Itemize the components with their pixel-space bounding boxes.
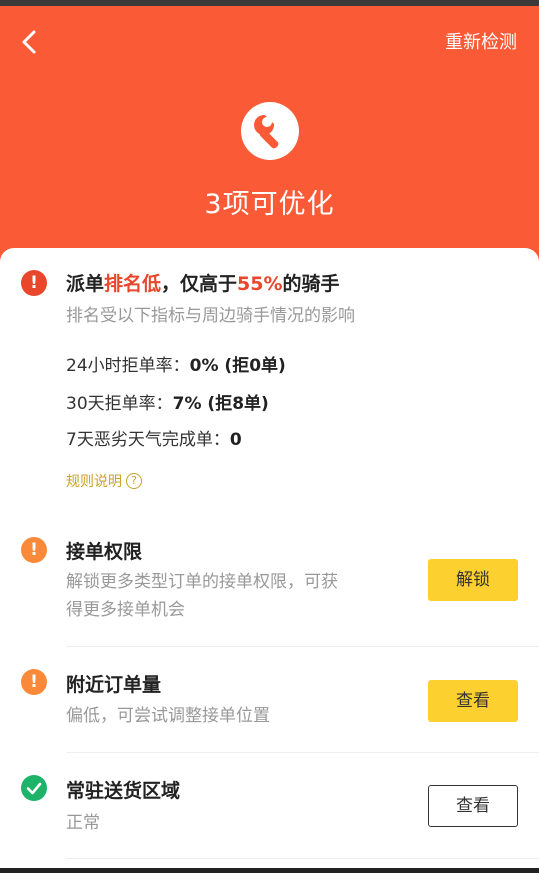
exclamation-icon: ! [21,270,47,296]
ranking-title-part3: 的骑手 [282,273,340,295]
ranking-title-highlight1: 排名低 [104,273,162,295]
nearby-desc: 偏低，可尝试调整接单位置 [66,706,270,726]
view-nearby-button[interactable]: 查看 [428,680,518,722]
metric-label: 24小时拒单率： [66,356,190,376]
header: 重新检测 3项可优化 [0,6,539,268]
metric-value: 7% (拒8单) [172,394,269,414]
back-button[interactable] [14,26,46,58]
ranking-title-part2: ，仅高于 [161,273,238,295]
permission-title: 接单权限 [66,541,143,563]
recheck-button[interactable]: 重新检测 [445,28,517,54]
check-icon [21,775,47,801]
chevron-left-icon [22,30,36,54]
view-area-button[interactable]: 查看 [428,785,518,827]
ranking-title-part1: 派单 [66,273,105,295]
divider [66,858,539,859]
unlock-button[interactable]: 解锁 [428,559,518,601]
rules-label: 规则说明 [66,474,122,490]
area-desc: 正常 [66,813,100,833]
metric-24h-reject: 24小时拒单率：0% (拒0单) [66,351,286,376]
metric-value: 0 [229,430,242,450]
wrench-icon [241,102,299,160]
divider [66,646,539,647]
metric-value: 0% (拒0单) [189,356,286,376]
nearby-title: 附近订单量 [66,674,162,696]
permission-desc-line2: 得更多接单机会 [66,600,185,620]
exclamation-icon: ! [21,537,47,563]
metric-30d-reject: 30天拒单率：7% (拒8单) [66,389,269,414]
metric-label: 7天恶劣天气完成单： [66,430,230,450]
ranking-subtitle: 排名受以下指标与周边骑手情况的影响 [66,306,355,326]
area-title: 常驻送货区域 [66,780,181,802]
question-icon: ? [126,473,142,489]
rules-link[interactable]: 规则说明 ? [66,471,142,491]
metric-bad-weather: 7天恶劣天气完成单：0 [66,425,242,450]
ranking-title: 派单排名低，仅高于55%的骑手 [66,269,340,296]
bottom-bar [0,868,539,873]
ranking-title-highlight2: 55% [237,273,283,295]
metric-label: 30天拒单率： [66,394,173,414]
exclamation-icon: ! [21,669,47,695]
page-title: 3项可优化 [204,189,335,220]
divider [66,752,539,753]
permission-desc-line1: 解锁更多类型订单的接单权限，可获 [66,572,338,592]
